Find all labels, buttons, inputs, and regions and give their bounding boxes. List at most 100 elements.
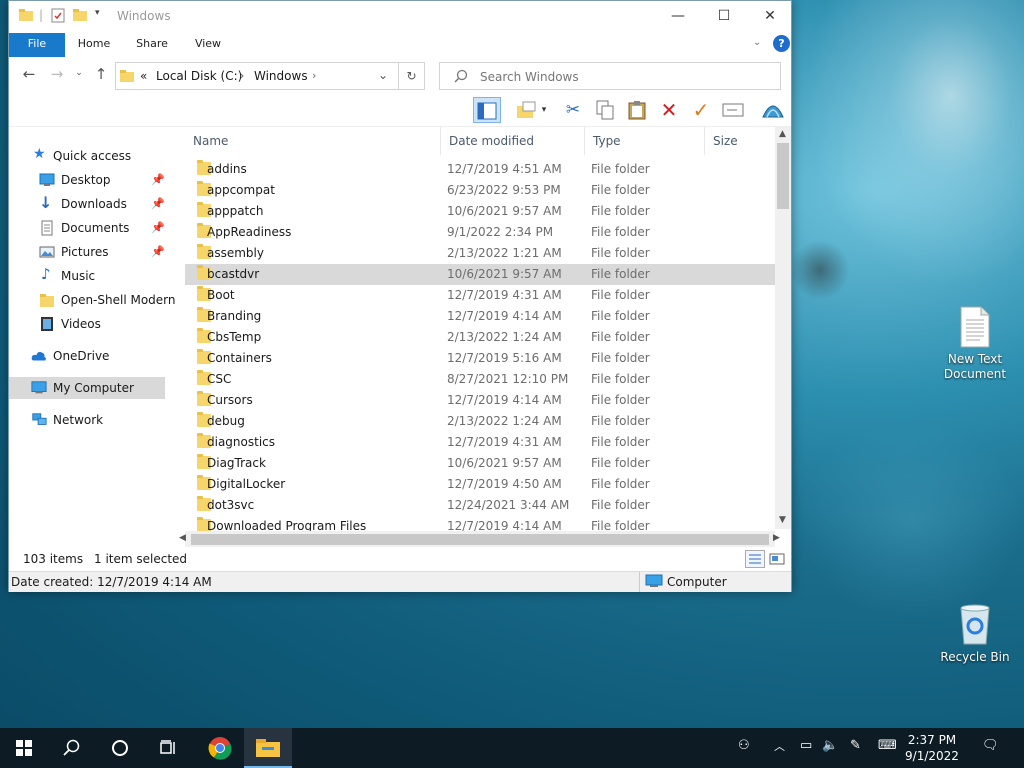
sidebar-item-my-computer[interactable]: My Computer — [9, 377, 165, 399]
notifications-icon[interactable]: 🗨 — [982, 738, 999, 753]
properties-check-icon[interactable]: ✓ — [687, 97, 715, 123]
sidebar-item-network[interactable]: Network — [9, 409, 177, 431]
sidebar-item-quick-access[interactable]: ★ Quick access — [9, 145, 177, 167]
close-button[interactable]: ✕ — [747, 1, 793, 31]
network-status-icon[interactable]: ▭ — [800, 738, 812, 753]
table-row[interactable]: dot3svc 12/24/2021 3:44 AM File folder — [185, 495, 775, 516]
breadcrumb-local-disk[interactable]: Local Disk (C:) — [156, 69, 242, 83]
pin-icon[interactable]: 📌 — [151, 197, 165, 210]
table-row[interactable]: CSC 8/27/2021 12:10 PM File folder — [185, 369, 775, 390]
file-name: Containers — [207, 351, 272, 365]
column-header-type[interactable]: Type — [585, 127, 705, 155]
chrome-taskbar-button[interactable] — [196, 728, 244, 768]
table-row[interactable]: Boot 12/7/2019 4:31 AM File folder — [185, 285, 775, 306]
vertical-scroll-thumb[interactable] — [777, 143, 789, 209]
cut-icon[interactable]: ✂ — [559, 97, 587, 123]
address-bar[interactable]: « Local Disk (C:) › Windows › ⌄ — [115, 62, 399, 90]
chevron-right-icon[interactable]: › — [312, 69, 316, 82]
vertical-scrollbar[interactable]: ▲ ▼ — [775, 127, 791, 529]
sidebar-item-desktop[interactable]: Desktop 📌 — [9, 169, 177, 191]
breadcrumb-windows[interactable]: Windows — [254, 69, 308, 83]
recent-locations-icon[interactable]: ⌄ — [69, 68, 89, 78]
sidebar-item-open-shell-modern[interactable]: Open-Shell Modern — [9, 289, 177, 311]
table-row[interactable]: diagnostics 12/7/2019 4:31 AM File folder — [185, 432, 775, 453]
table-row[interactable]: Downloaded Program Files 12/7/2019 4:14 A… — [185, 516, 775, 531]
file-explorer-taskbar-button[interactable] — [244, 728, 292, 768]
refresh-button[interactable]: ↻ — [399, 62, 425, 90]
table-row[interactable]: assembly 2/13/2022 1:21 AM File folder — [185, 243, 775, 264]
desktop-icon-recycle-bin[interactable]: Recycle Bin — [938, 602, 1012, 665]
sidebar-item-documents[interactable]: Documents 📌 — [9, 217, 177, 239]
task-view-button[interactable] — [144, 728, 192, 768]
horizontal-scrollbar[interactable]: ◀ ▶ — [179, 531, 780, 547]
table-row[interactable]: Cursors 12/7/2019 4:14 AM File folder — [185, 390, 775, 411]
scroll-down-icon[interactable]: ▼ — [779, 515, 786, 525]
help-icon[interactable]: ? — [773, 35, 790, 52]
rename-icon[interactable] — [719, 97, 747, 123]
table-row[interactable]: DigitalLocker 12/7/2019 4:50 AM File folde… — [185, 474, 775, 495]
system-clock[interactable]: 2:37 PM 9/1/2022 — [900, 732, 964, 764]
table-row[interactable]: appcompat 6/23/2022 9:53 PM File folder — [185, 180, 775, 201]
expand-ribbon-icon[interactable]: ⌄ — [753, 37, 761, 48]
desktop-icon-new-text-document[interactable]: New Text Document — [938, 306, 1012, 382]
column-header-date-modified[interactable]: Date modified — [441, 127, 585, 155]
sidebar-item-onedrive[interactable]: OneDrive — [9, 345, 177, 367]
search-button[interactable] — [48, 728, 96, 768]
table-row[interactable]: CbsTemp 2/13/2022 1:24 AM File folder — [185, 327, 775, 348]
pin-icon[interactable]: 📌 — [151, 173, 165, 186]
scroll-right-icon[interactable]: ▶ — [773, 533, 780, 543]
address-dropdown-icon[interactable]: ⌄ — [378, 68, 388, 82]
chevron-right-icon[interactable]: › — [240, 69, 244, 82]
start-button[interactable] — [0, 728, 48, 768]
tab-file[interactable]: File — [9, 33, 65, 57]
pen-icon[interactable]: ✎ — [850, 738, 861, 753]
sidebar-item-music[interactable]: ♪ Music — [9, 265, 177, 287]
maximize-button[interactable]: ☐ — [701, 1, 747, 31]
volume-icon[interactable]: 🔈 — [822, 738, 838, 753]
title-bar[interactable]: | ▾ Windows — ☐ ✕ — [9, 1, 791, 33]
scroll-up-icon[interactable]: ▲ — [779, 129, 786, 139]
large-icons-view-button[interactable] — [767, 550, 787, 568]
open-shell-icon[interactable] — [759, 97, 787, 123]
sidebar-item-pictures[interactable]: Pictures 📌 — [9, 241, 177, 263]
paste-icon[interactable] — [623, 97, 651, 123]
table-row[interactable]: debug 2/13/2022 1:24 AM File folder — [185, 411, 775, 432]
pin-icon[interactable]: 📌 — [151, 245, 165, 258]
table-row[interactable]: AppReadiness 9/1/2022 2:34 PM File folder — [185, 222, 775, 243]
new-folder-icon[interactable] — [73, 8, 87, 22]
minimize-button[interactable]: — — [655, 1, 701, 31]
address-overflow[interactable]: « — [140, 69, 147, 83]
table-row[interactable]: Branding 12/7/2019 4:14 AM File folder — [185, 306, 775, 327]
tab-share[interactable]: Share — [131, 33, 173, 57]
copy-icon[interactable] — [591, 97, 619, 123]
table-row[interactable]: addins 12/7/2019 4:51 AM File folder — [185, 159, 775, 180]
column-header-name[interactable]: Name — [185, 127, 441, 155]
up-button[interactable]: ↑ — [91, 65, 111, 83]
pin-icon[interactable]: 📌 — [151, 221, 165, 234]
search-input[interactable]: Search Windows — [439, 62, 781, 90]
touch-keyboard-icon[interactable]: ⌨ — [878, 738, 897, 753]
properties-icon[interactable] — [51, 8, 65, 23]
back-button[interactable]: ← — [19, 65, 39, 83]
sidebar-item-downloads[interactable]: ↓ Downloads 📌 — [9, 193, 177, 215]
show-hidden-icons-chevron-icon[interactable]: ︿ — [774, 738, 785, 754]
cortana-button[interactable] — [96, 728, 144, 768]
tab-home[interactable]: Home — [73, 33, 115, 57]
table-row[interactable]: apppatch 10/6/2021 9:57 AM File folder — [185, 201, 775, 222]
table-row[interactable]: DiagTrack 10/6/2021 9:57 AM File folder — [185, 453, 775, 474]
delete-icon[interactable]: ✕ — [655, 97, 683, 123]
scroll-left-icon[interactable]: ◀ — [179, 533, 186, 543]
file-name: Cursors — [207, 393, 253, 407]
dropdown-icon[interactable]: ▾ — [537, 97, 551, 123]
customize-quick-access-icon[interactable]: ▾ — [95, 8, 100, 18]
people-icon[interactable]: ⚇ — [738, 738, 750, 753]
tab-view[interactable]: View — [189, 33, 227, 57]
table-row[interactable]: Containers 12/7/2019 5:16 AM File folder — [185, 348, 775, 369]
horizontal-scroll-thumb[interactable] — [191, 534, 769, 545]
column-header-size[interactable]: Size — [705, 127, 775, 155]
sidebar-item-videos[interactable]: Videos — [9, 313, 177, 335]
table-row[interactable]: bcastdvr 10/6/2021 9:57 AM File folder — [185, 264, 775, 285]
details-view-button[interactable] — [745, 550, 765, 568]
navigation-pane-toggle-icon[interactable] — [473, 97, 501, 123]
forward-button[interactable]: → — [47, 65, 67, 83]
